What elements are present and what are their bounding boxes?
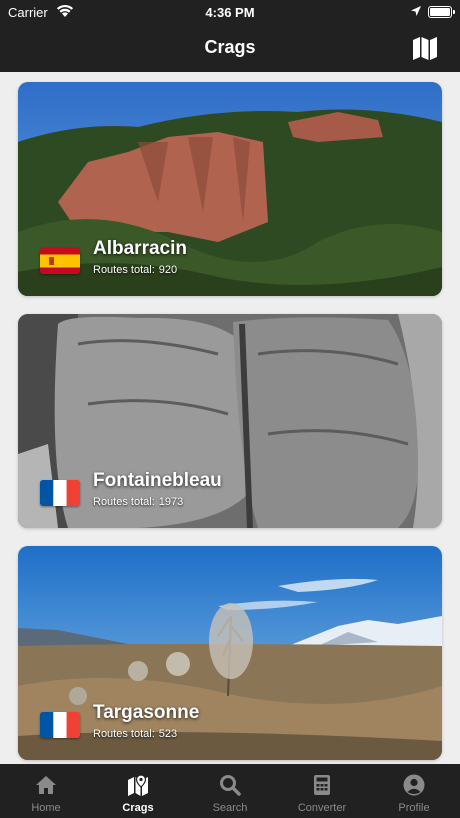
search-icon: [220, 775, 241, 796]
routes-label: Routes total:: [93, 496, 155, 508]
france-flag-icon: [40, 712, 80, 738]
status-bar: Carrier 4:36 PM: [0, 0, 460, 26]
page-title: Crags: [204, 37, 256, 57]
france-flag-icon: [40, 480, 80, 506]
tab-label: Home: [31, 802, 61, 814]
tab-bar: Home Crags Search Converter Profile: [0, 764, 460, 818]
crag-name: Targasonne: [93, 702, 200, 723]
tab-search[interactable]: Search: [184, 764, 276, 818]
home-icon: [36, 776, 56, 794]
navigation-bar: Crags: [0, 26, 460, 72]
routes-count: 523: [158, 728, 178, 740]
crag-card-targasonne[interactable]: Targasonne Routes total: 523: [18, 546, 442, 760]
clock: 4:36 PM: [205, 5, 255, 20]
tab-label: Crags: [122, 802, 154, 814]
crag-photo: [18, 314, 442, 528]
tab-crags[interactable]: Crags: [92, 764, 184, 818]
tab-converter[interactable]: Converter: [276, 764, 368, 818]
crag-list[interactable]: Albarracin Routes total: 920 Fontaineblea…: [0, 72, 460, 764]
map-icon[interactable]: [410, 35, 440, 61]
crag-card-albarracin[interactable]: Albarracin Routes total: 920: [18, 82, 442, 296]
crag-photo: [18, 82, 442, 296]
map-marker-icon: [128, 774, 148, 796]
crag-card-fontainebleau[interactable]: Fontainebleau Routes total: 1973: [18, 314, 442, 528]
location-arrow-icon: [411, 6, 421, 16]
profile-icon: [403, 774, 425, 796]
tab-label: Converter: [297, 802, 347, 814]
crag-name: Fontainebleau: [93, 470, 222, 491]
routes-count: 920: [158, 264, 178, 276]
spain-flag-icon: [40, 248, 80, 274]
crag-name: Albarracin: [93, 238, 187, 259]
tab-label: Profile: [398, 802, 430, 814]
crag-routes: Routes total: 1973: [93, 496, 187, 508]
tab-home[interactable]: Home: [0, 764, 92, 818]
crag-routes: Routes total: 920: [93, 264, 181, 276]
routes-label: Routes total:: [93, 264, 155, 276]
crag-routes: Routes total: 523: [93, 728, 181, 740]
battery-tip: [453, 10, 455, 14]
routes-label: Routes total:: [93, 728, 155, 740]
crag-photo: [18, 546, 442, 760]
tab-label: Search: [212, 802, 248, 814]
calculator-icon: [314, 775, 330, 795]
battery-icon: [428, 6, 452, 18]
tab-profile[interactable]: Profile: [368, 764, 460, 818]
routes-count: 1973: [158, 496, 184, 508]
